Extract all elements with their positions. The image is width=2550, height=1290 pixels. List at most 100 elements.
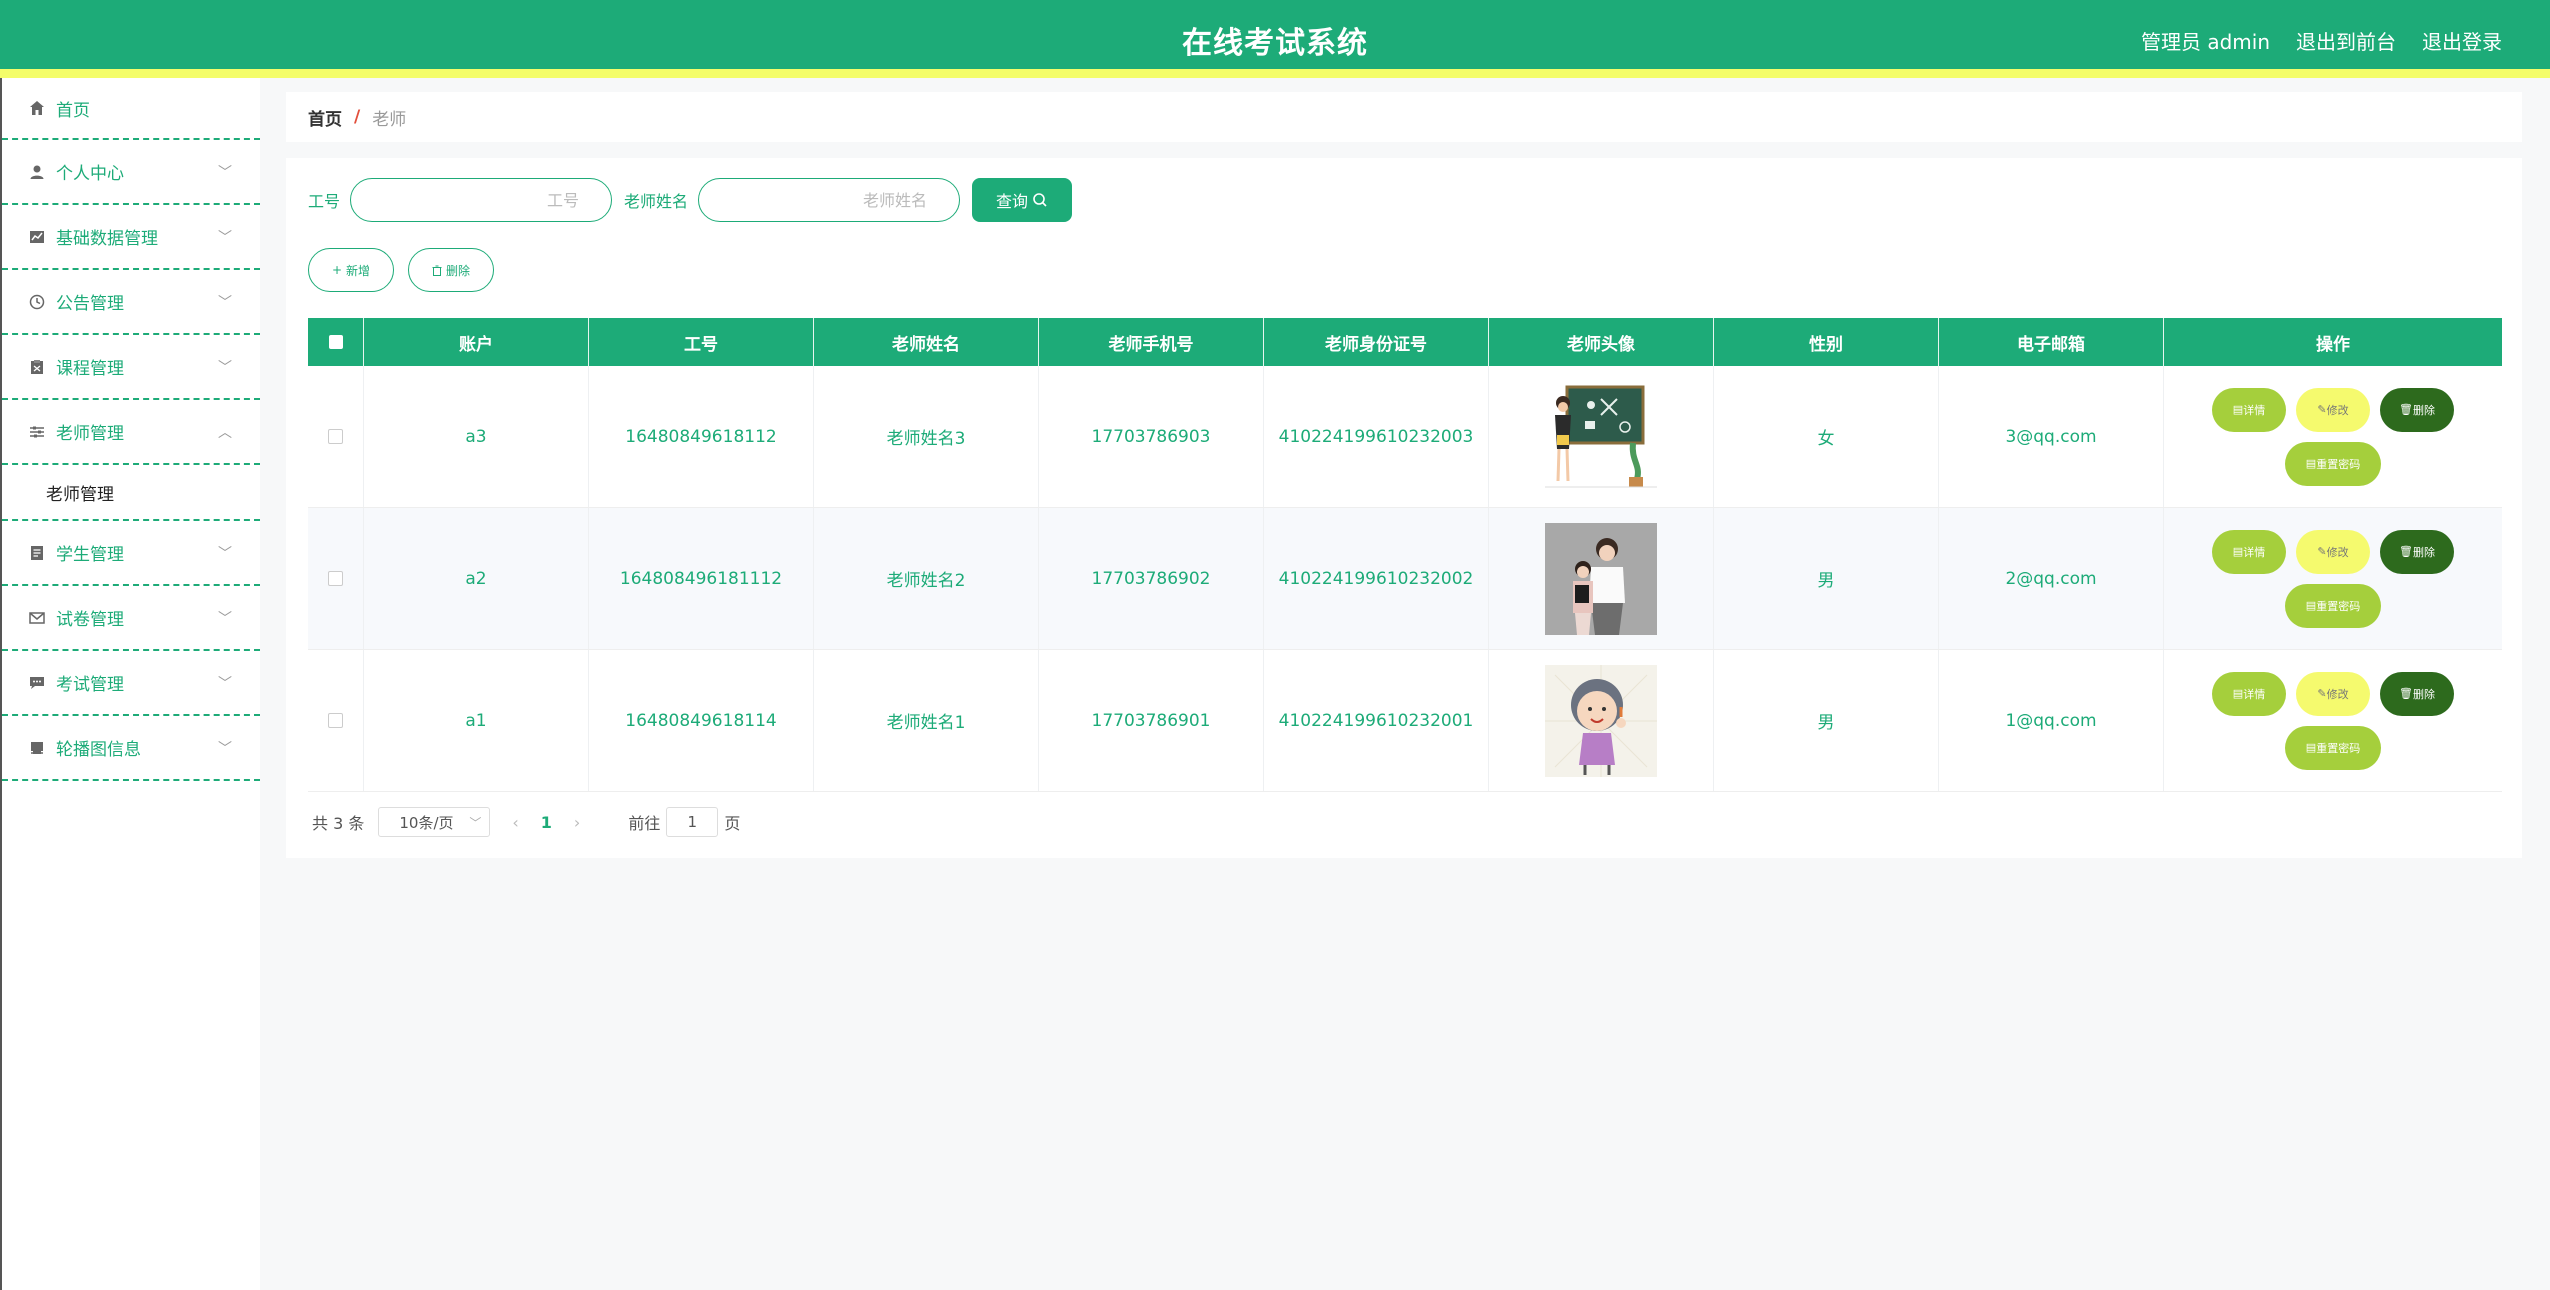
admin-label[interactable]: 管理员 admin <box>2141 26 2270 55</box>
sidebar-item-student[interactable]: 学生管理 ﹀ <box>2 521 260 586</box>
batch-delete-button[interactable]: 删除 <box>408 248 494 292</box>
cell-id-card: 410224199610232003 <box>1264 366 1489 507</box>
document-icon <box>28 544 46 562</box>
cell-ops: ▤ 详情 ✎ 修改 🗑 删除 ▤ 重置密码 <box>2164 366 2502 507</box>
cell-avatar <box>1489 366 1714 507</box>
sidebar-item-home[interactable]: 首页 <box>2 78 260 140</box>
page-number-current[interactable]: 1 <box>541 813 552 832</box>
table-row: a1 16480849618114 老师姓名1 17703786901 4102… <box>308 650 2502 792</box>
submenu-teacher-manage[interactable]: 老师管理 <box>2 465 260 521</box>
edit-button[interactable]: ✎ 修改 <box>2296 387 2370 432</box>
delete-button[interactable]: 🗑 删除 <box>2380 671 2454 716</box>
edit-button[interactable]: ✎ 修改 <box>2296 671 2370 716</box>
reset-password-button[interactable]: ▤ 重置密码 <box>2285 441 2381 486</box>
sidebar-item-exam[interactable]: 考试管理 ﹀ <box>2 651 260 716</box>
chevron-down-icon: ﹀ <box>218 229 232 246</box>
reset-label: 重置密码 <box>2316 457 2361 471</box>
sidebar-item-label: 基础数据管理 <box>56 229 158 249</box>
chevron-down-icon: ﹀ <box>469 815 482 830</box>
next-page-icon[interactable]: › <box>574 813 580 832</box>
sidebar-item-teacher[interactable]: 老师管理 ︿ <box>2 400 260 465</box>
edit-button[interactable]: ✎ 修改 <box>2296 529 2370 574</box>
cell-gender: 女 <box>1714 366 1939 507</box>
detail-button[interactable]: ▤ 详情 <box>2212 387 2286 432</box>
job-no-input[interactable] <box>350 178 613 222</box>
breadcrumb-home[interactable]: 首页 <box>308 105 342 130</box>
sidebar-item-label: 学生管理 <box>56 545 124 565</box>
cell-phone: 17703786901 <box>1039 650 1264 791</box>
reset-password-button[interactable]: ▤ 重置密码 <box>2285 725 2381 770</box>
cell-gender: 男 <box>1714 508 1939 649</box>
back-to-front-link[interactable]: 退出到前台 <box>2296 26 2396 55</box>
teacher-avatar-image[interactable] <box>1545 664 1657 777</box>
delete-label: 删除 <box>2412 687 2435 701</box>
sidebar-item-personal[interactable]: 个人中心 ﹀ <box>2 140 260 205</box>
clock-icon <box>28 293 46 311</box>
col-gender: 性别 <box>1714 318 1939 366</box>
edit-icon: ✎ <box>2317 545 2327 558</box>
detail-button[interactable]: ▤ 详情 <box>2212 529 2286 574</box>
home-icon <box>28 99 46 117</box>
detail-icon: ▤ <box>2232 545 2244 558</box>
job-no-label: 工号 <box>308 192 341 211</box>
row-checkbox[interactable] <box>328 429 343 444</box>
edit-icon: ✎ <box>2317 403 2327 416</box>
query-button[interactable]: 查询 <box>972 178 1073 222</box>
page-size-select[interactable]: 10条/页 ﹀ <box>378 807 491 837</box>
row-checkbox[interactable] <box>328 571 343 586</box>
trash-icon: 🗑 <box>2399 545 2413 558</box>
detail-button[interactable]: ▤ 详情 <box>2212 671 2286 716</box>
sidebar-item-label: 试卷管理 <box>56 610 124 630</box>
detail-label: 详情 <box>2243 545 2266 559</box>
cell-id-card: 410224199610232002 <box>1264 508 1489 649</box>
detail-label: 详情 <box>2243 687 2266 701</box>
edit-label: 修改 <box>2326 545 2349 559</box>
teacher-name-label: 老师姓名 <box>624 192 689 211</box>
col-name: 老师姓名 <box>814 318 1039 366</box>
select-all-checkbox[interactable] <box>328 335 343 349</box>
edit-label: 修改 <box>2326 687 2349 701</box>
row-checkbox[interactable] <box>328 713 343 728</box>
goto-page-input[interactable]: 1 <box>666 807 719 837</box>
trash-icon: 🗑 <box>2399 687 2413 700</box>
teacher-avatar-image[interactable] <box>1545 380 1657 493</box>
sidebar-item-label: 课程管理 <box>56 359 124 379</box>
cell-avatar <box>1489 650 1714 791</box>
cell-ops: ▤ 详情 ✎ 修改 🗑 删除 ▤ 重置密码 <box>2164 508 2502 649</box>
delete-label: 删除 <box>2412 545 2435 559</box>
reset-icon: ▤ <box>2305 599 2317 612</box>
sidebar-item-paper[interactable]: 试卷管理 ﹀ <box>2 586 260 651</box>
teacher-avatar-image[interactable] <box>1545 522 1657 635</box>
search-form: 工号 老师姓名 查询 <box>308 178 1073 222</box>
reset-label: 重置密码 <box>2316 741 2361 755</box>
sidebar-item-course[interactable]: 课程管理 ﹀ <box>2 335 260 400</box>
chevron-down-icon: ﹀ <box>218 610 232 627</box>
prev-page-icon[interactable]: ‹ <box>512 813 518 832</box>
sidebar-item-notice[interactable]: 公告管理 ﹀ <box>2 270 260 335</box>
col-avatar: 老师头像 <box>1489 318 1714 366</box>
cell-account: a1 <box>364 650 589 791</box>
cell-email: 3@qq.com <box>1939 366 2164 507</box>
reset-icon: ▤ <box>2305 457 2317 470</box>
col-phone: 老师手机号 <box>1039 318 1264 366</box>
delete-button[interactable]: 🗑 删除 <box>2380 529 2454 574</box>
goto-label: 前往 <box>628 814 661 833</box>
sidebar-item-carousel[interactable]: 轮播图信息 ﹀ <box>2 716 260 781</box>
add-button[interactable]: + 新增 <box>308 248 394 292</box>
chevron-down-icon: ﹀ <box>218 740 232 757</box>
reset-label: 重置密码 <box>2316 599 2361 613</box>
sidebar-item-basic-data[interactable]: 基础数据管理 ﹀ <box>2 205 260 270</box>
chevron-down-icon: ﹀ <box>218 164 232 181</box>
teacher-name-input[interactable] <box>698 178 961 222</box>
row-select-cell <box>308 650 364 791</box>
page-unit-label: 页 <box>724 814 741 833</box>
sidebar: 首页 个人中心 ﹀ 基础数据管理 ﹀ 公告管理 ﹀ 课程管理 ﹀ 老师管理 ︿ <box>0 78 260 1290</box>
logout-link[interactable]: 退出登录 <box>2422 26 2502 55</box>
reset-password-button[interactable]: ▤ 重置密码 <box>2285 583 2381 628</box>
message-icon <box>28 674 46 692</box>
delete-button[interactable]: 🗑 删除 <box>2380 387 2454 432</box>
chart-icon <box>28 228 46 246</box>
cell-job-no: 164808496181112 <box>589 508 814 649</box>
detail-icon: ▤ <box>2232 687 2244 700</box>
sidebar-item-label: 首页 <box>56 100 90 121</box>
